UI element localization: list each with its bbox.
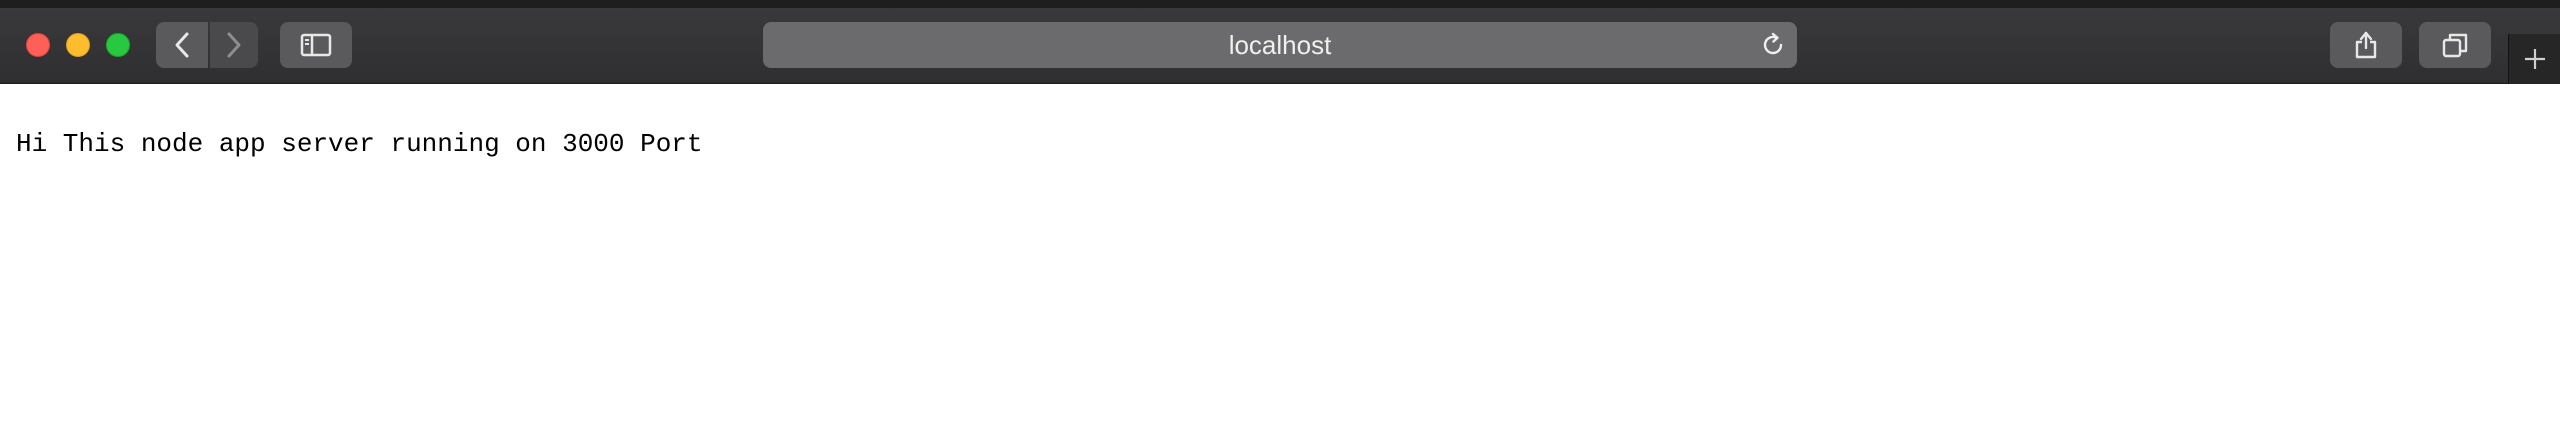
address-text[interactable]: localhost: [763, 22, 1797, 68]
plus-icon: [2524, 49, 2545, 69]
chevron-right-icon: [227, 32, 241, 58]
reload-icon[interactable]: [1759, 31, 1787, 59]
address-bar[interactable]: localhost: [763, 22, 1797, 68]
tab-overview-icon: [2442, 33, 2468, 58]
toolbar-top-edge: [0, 0, 2560, 8]
sidebar-icon: [300, 33, 332, 57]
page-body-text: Hi This node app server running on 3000 …: [16, 129, 703, 159]
back-button[interactable]: [156, 22, 208, 68]
close-window-button[interactable]: [26, 33, 50, 57]
tab-overview-button[interactable]: [2419, 22, 2491, 68]
forward-button[interactable]: [210, 22, 258, 68]
share-icon: [2355, 31, 2377, 59]
page-content: Hi This node app server running on 3000 …: [0, 85, 2560, 440]
chevron-left-icon: [175, 32, 189, 58]
browser-toolbar: localhost: [0, 0, 2560, 84]
browser-window: localhost Hi This node app server runnin…: [0, 0, 2560, 440]
share-button[interactable]: [2330, 22, 2402, 68]
new-tab-button[interactable]: [2508, 34, 2560, 84]
minimize-window-button[interactable]: [66, 33, 90, 57]
maximize-window-button[interactable]: [106, 33, 130, 57]
sidebar-toggle-button[interactable]: [280, 22, 352, 68]
